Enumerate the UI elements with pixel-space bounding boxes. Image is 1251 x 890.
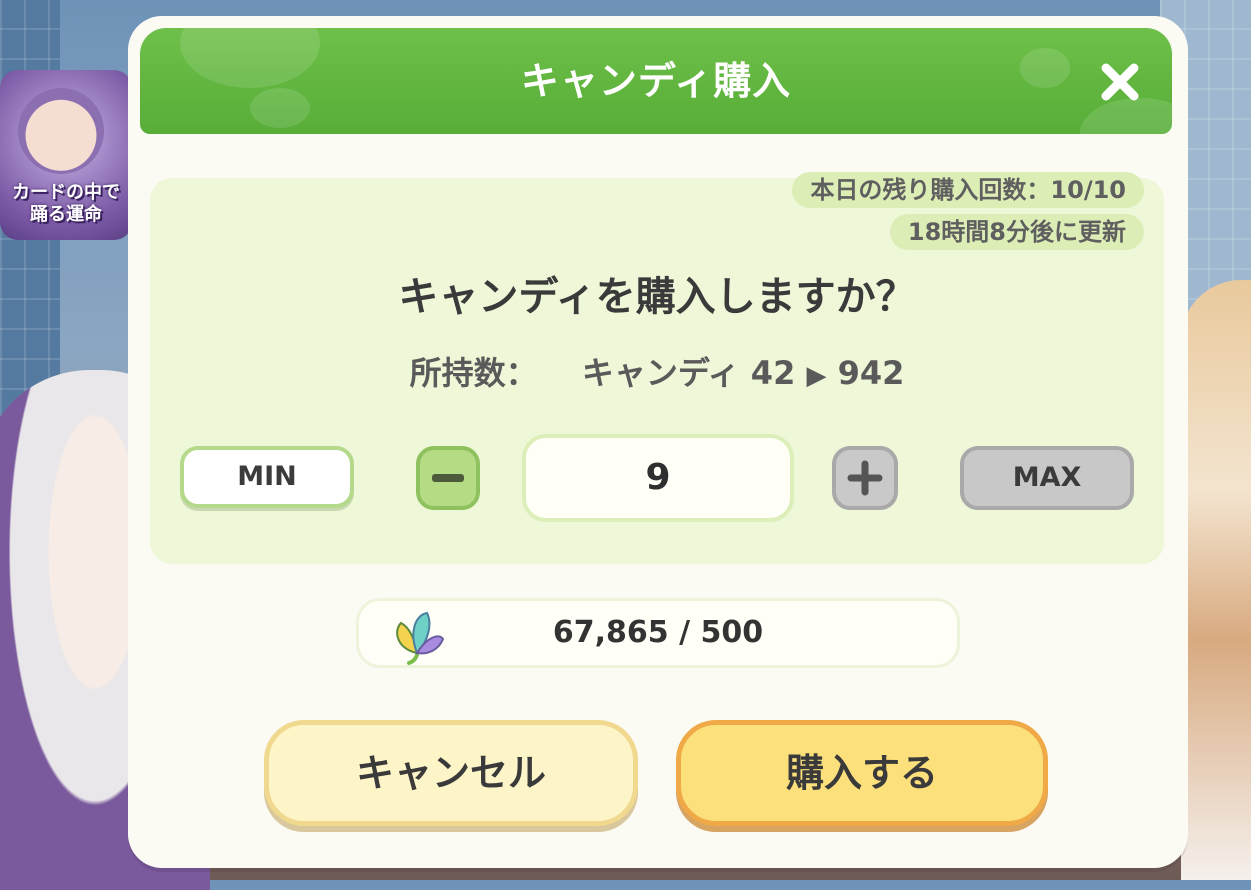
- purchase-panel: 本日の残り購入回数：10/10 18時間8分後に更新 キャンディを購入しますか？…: [150, 172, 1164, 564]
- remaining-purchases-badge: 本日の残り購入回数：10/10: [792, 172, 1144, 208]
- max-button[interactable]: MAX: [960, 446, 1134, 510]
- arrow-icon: ▶: [806, 361, 827, 391]
- candy-purchase-dialog: キャンディ購入 本日の残り購入回数：10/10 18時間8分後に更新 キャンディ…: [128, 16, 1188, 868]
- owned-item-name: キャンディ: [581, 354, 740, 392]
- banner-character: [18, 88, 104, 174]
- dialog-title: キャンディ購入: [520, 59, 792, 103]
- owned-label: 所持数：: [409, 354, 538, 392]
- owned-from-value: 42: [750, 354, 796, 392]
- owned-count: 所持数： キャンディ 42 ▶ 942: [150, 348, 1164, 394]
- banner-text: カードの中で 踊る運命: [12, 182, 120, 225]
- decrement-button[interactable]: [416, 446, 480, 510]
- minus-icon: [432, 474, 464, 482]
- cancel-button[interactable]: キャンセル: [264, 720, 638, 826]
- reset-timer-badge: 18時間8分後に更新: [889, 214, 1144, 250]
- min-button[interactable]: MIN: [180, 446, 354, 508]
- character-right: [1181, 280, 1251, 880]
- event-banner: カードの中で 踊る運命: [0, 70, 132, 240]
- increment-button[interactable]: [832, 446, 898, 510]
- plus-icon: [847, 460, 883, 496]
- cost-display: 67,865 / 500: [356, 598, 960, 668]
- buy-button[interactable]: 購入する: [676, 720, 1048, 826]
- close-button[interactable]: [1096, 58, 1144, 106]
- owned-to-value: 942: [837, 354, 905, 392]
- cost-value: 67,865 / 500: [552, 615, 764, 650]
- close-icon: [1101, 63, 1139, 101]
- quantity-input[interactable]: 9: [522, 434, 794, 522]
- dialog-header: キャンディ購入: [140, 28, 1172, 134]
- purchase-question: キャンディを購入しますか？: [398, 274, 916, 320]
